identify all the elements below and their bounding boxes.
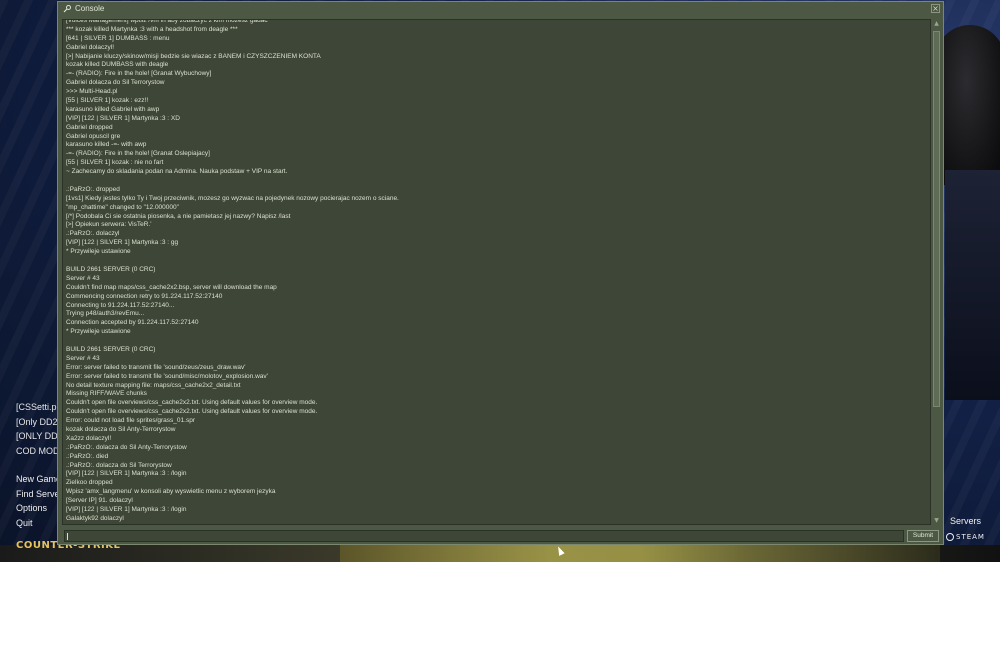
console-log-line: -=- (RADIO): Fire in the hole! [Granat O… <box>66 150 210 158</box>
scroll-up-icon[interactable]: ▲ <box>932 19 941 28</box>
console-log-line: Server # 43 <box>66 354 100 362</box>
console-log-line: .:PaRzO:. dolacza do Sil Anty-Terrorysto… <box>66 443 187 451</box>
steam-label: STEAM <box>956 533 985 541</box>
console-log-line: [VIP] [122 | SILVER 1] Martynka :3 : /lo… <box>66 505 187 513</box>
console-log-line: Couldn't open file overviews/css_cache2x… <box>66 399 318 407</box>
menu-quit[interactable]: Quit <box>16 516 61 531</box>
console-log-line: Error: could not load file sprites/grass… <box>66 417 195 425</box>
console-window: Console × [Voices Management] wpisz /vm … <box>57 1 944 545</box>
console-scrollbar[interactable]: ▲ ▼ <box>932 19 941 525</box>
console-log-line: Zielkoo dropped <box>66 479 113 487</box>
console-log-line: Couldn't open file overviews/css_cache2x… <box>66 408 318 416</box>
console-command-input[interactable] <box>64 530 904 542</box>
console-titlebar[interactable]: Console × <box>58 2 943 16</box>
console-log-line: "mp_chattime" changed to "12.000000" <box>66 203 179 211</box>
server-item-2[interactable]: [Only DD2 <box>16 415 60 430</box>
console-title: Console <box>75 4 105 13</box>
console-log-line: [55 | SILVER 1] kozak : ezz!! <box>66 97 149 105</box>
console-log-line: [>] Nabijanie kluczy/skinow/misji bedzie… <box>66 52 321 60</box>
scrollbar-thumb[interactable] <box>933 31 940 407</box>
console-log-line <box>66 257 926 266</box>
console-log-line: [VIP] [122 | SILVER 1] Martynka :3 : /lo… <box>66 470 187 478</box>
console-log-line: Gabriel dolaczyl! <box>66 43 115 51</box>
console-log-line: [>] Opiekun serwera: VisTeR.' <box>66 221 152 229</box>
background-character-body <box>945 170 1000 400</box>
menu-new-game[interactable]: New Game <box>16 472 61 487</box>
console-log-line: [641 | SILVER 1] DUMBASS : menu <box>66 34 170 42</box>
console-log-line: [VIP] [122 | SILVER 1] Martynka :3 : gg <box>66 239 179 247</box>
console-log-line: Missing RIFF/WAVE chunks <box>66 390 147 398</box>
console-log-line: BUILD 2661 SERVER (0 CRC) <box>66 345 156 353</box>
console-log-line: kozak killed DUMBASS with deagle <box>66 61 169 69</box>
console-log-line: Couldn't find map maps/css_cache2x2.bsp,… <box>66 283 277 291</box>
console-log[interactable]: [Voices Management] wpisz /vm in aby zob… <box>62 19 931 525</box>
console-log-line: BUILD 2661 SERVER (0 CRC) <box>66 265 156 273</box>
console-log-lines: [Voices Management] wpisz /vm in aby zob… <box>66 19 926 524</box>
menu-find-servers[interactable]: Find Serve <box>16 487 61 502</box>
text-caret <box>67 533 68 540</box>
console-log-line: .:PaRzO:. died <box>66 452 109 460</box>
server-item-1[interactable]: [CSSetti.p <box>16 400 60 415</box>
console-log-line: [55 | SILVER 1] kozak : nie no fart <box>66 159 164 167</box>
console-log-line: [Voices Management] wpisz /vm in aby zob… <box>66 19 268 24</box>
console-log-line: .:PaRzO:. dolaczyl <box>66 230 120 238</box>
console-log-line: >>> Multi-Head.pl <box>66 88 118 96</box>
console-log-line: [VIP] [122 | SILVER 1] Martynka :3 : XD <box>66 114 180 122</box>
steam-logo: STEAM <box>946 533 985 541</box>
console-log-line: Xa2zz dolaczyl! <box>66 434 112 442</box>
submit-button[interactable]: Submit <box>907 530 939 542</box>
console-log-line: Galaktyk92 dolaczyl <box>66 514 124 522</box>
recent-servers-list: [CSSetti.p [Only DD2 [ONLY DD COD MOD <box>16 400 60 458</box>
server-item-3[interactable]: [ONLY DD <box>16 429 60 444</box>
console-log-line: Trying p48/auth3/revEmu... <box>66 310 145 318</box>
console-log-line: .:PaRzO:. dropped <box>66 185 120 193</box>
console-log-line: ~ Zachecamy do skladania podan na Admina… <box>66 168 288 176</box>
background-character-head <box>935 25 1000 185</box>
console-log-line: Error: server failed to transmit file 's… <box>66 372 268 380</box>
console-log-line: Wpisz 'amx_langmenu' w konsoli aby wyswi… <box>66 488 276 496</box>
scroll-down-icon[interactable]: ▼ <box>932 516 941 525</box>
console-log-line: * Przywileje ustawione <box>66 328 131 336</box>
console-log-line: Gabriel dolacza do Sil Terrorystow <box>66 79 165 87</box>
console-log-line: [Server IP] 91. dolaczyl <box>66 497 133 505</box>
console-log-line: [1vs1] Kiedy jestes tylko Ty i Twoj prze… <box>66 194 399 202</box>
server-item-4[interactable]: COD MOD <box>16 444 60 459</box>
console-log-line: .:PaRzO:. dolacza do Sil Terrorystow <box>66 461 172 469</box>
console-log-line: karasuno killed Gabriel with awp <box>66 105 160 113</box>
main-menu: New Game Find Serve Options Quit <box>16 472 61 530</box>
console-log-line: Gabriel opuscil gre <box>66 132 121 140</box>
console-log-line <box>66 177 926 186</box>
console-log-line: No detail texture mapping file: maps/css… <box>66 381 241 389</box>
console-log-line: Connecting to 91.224.117.52:27140... <box>66 301 175 309</box>
menu-options[interactable]: Options <box>16 501 61 516</box>
steam-console-icon <box>63 5 71 13</box>
console-log-line: karasuno killed -=- with awp <box>66 141 147 149</box>
console-log-line: * Przywileje ustawione <box>66 248 131 256</box>
console-log-line: Error: server failed to transmit file 's… <box>66 363 246 371</box>
console-log-line: Gabriel dropped <box>66 123 113 131</box>
console-log-line: Connection accepted by 91.224.117.52:271… <box>66 319 199 327</box>
console-log-line: Server # 43 <box>66 274 100 282</box>
servers-link[interactable]: Servers <box>950 516 981 526</box>
close-button[interactable]: × <box>931 4 940 13</box>
background-highlight <box>340 545 940 562</box>
steam-icon <box>946 533 954 541</box>
console-log-line <box>66 337 926 346</box>
console-log-line: kozak dolacza do Sil Anty-Terrorystow <box>66 425 176 433</box>
console-log-line: [/*] Podobala Ci sie ostatnia piosenka, … <box>66 212 291 220</box>
console-log-line: *** kozak killed Martynka :3 with a head… <box>66 25 238 33</box>
console-log-line: -=- (RADIO): Fire in the hole! [Granat W… <box>66 70 212 78</box>
console-log-line: Commencing connection retry to 91.224.11… <box>66 292 223 300</box>
